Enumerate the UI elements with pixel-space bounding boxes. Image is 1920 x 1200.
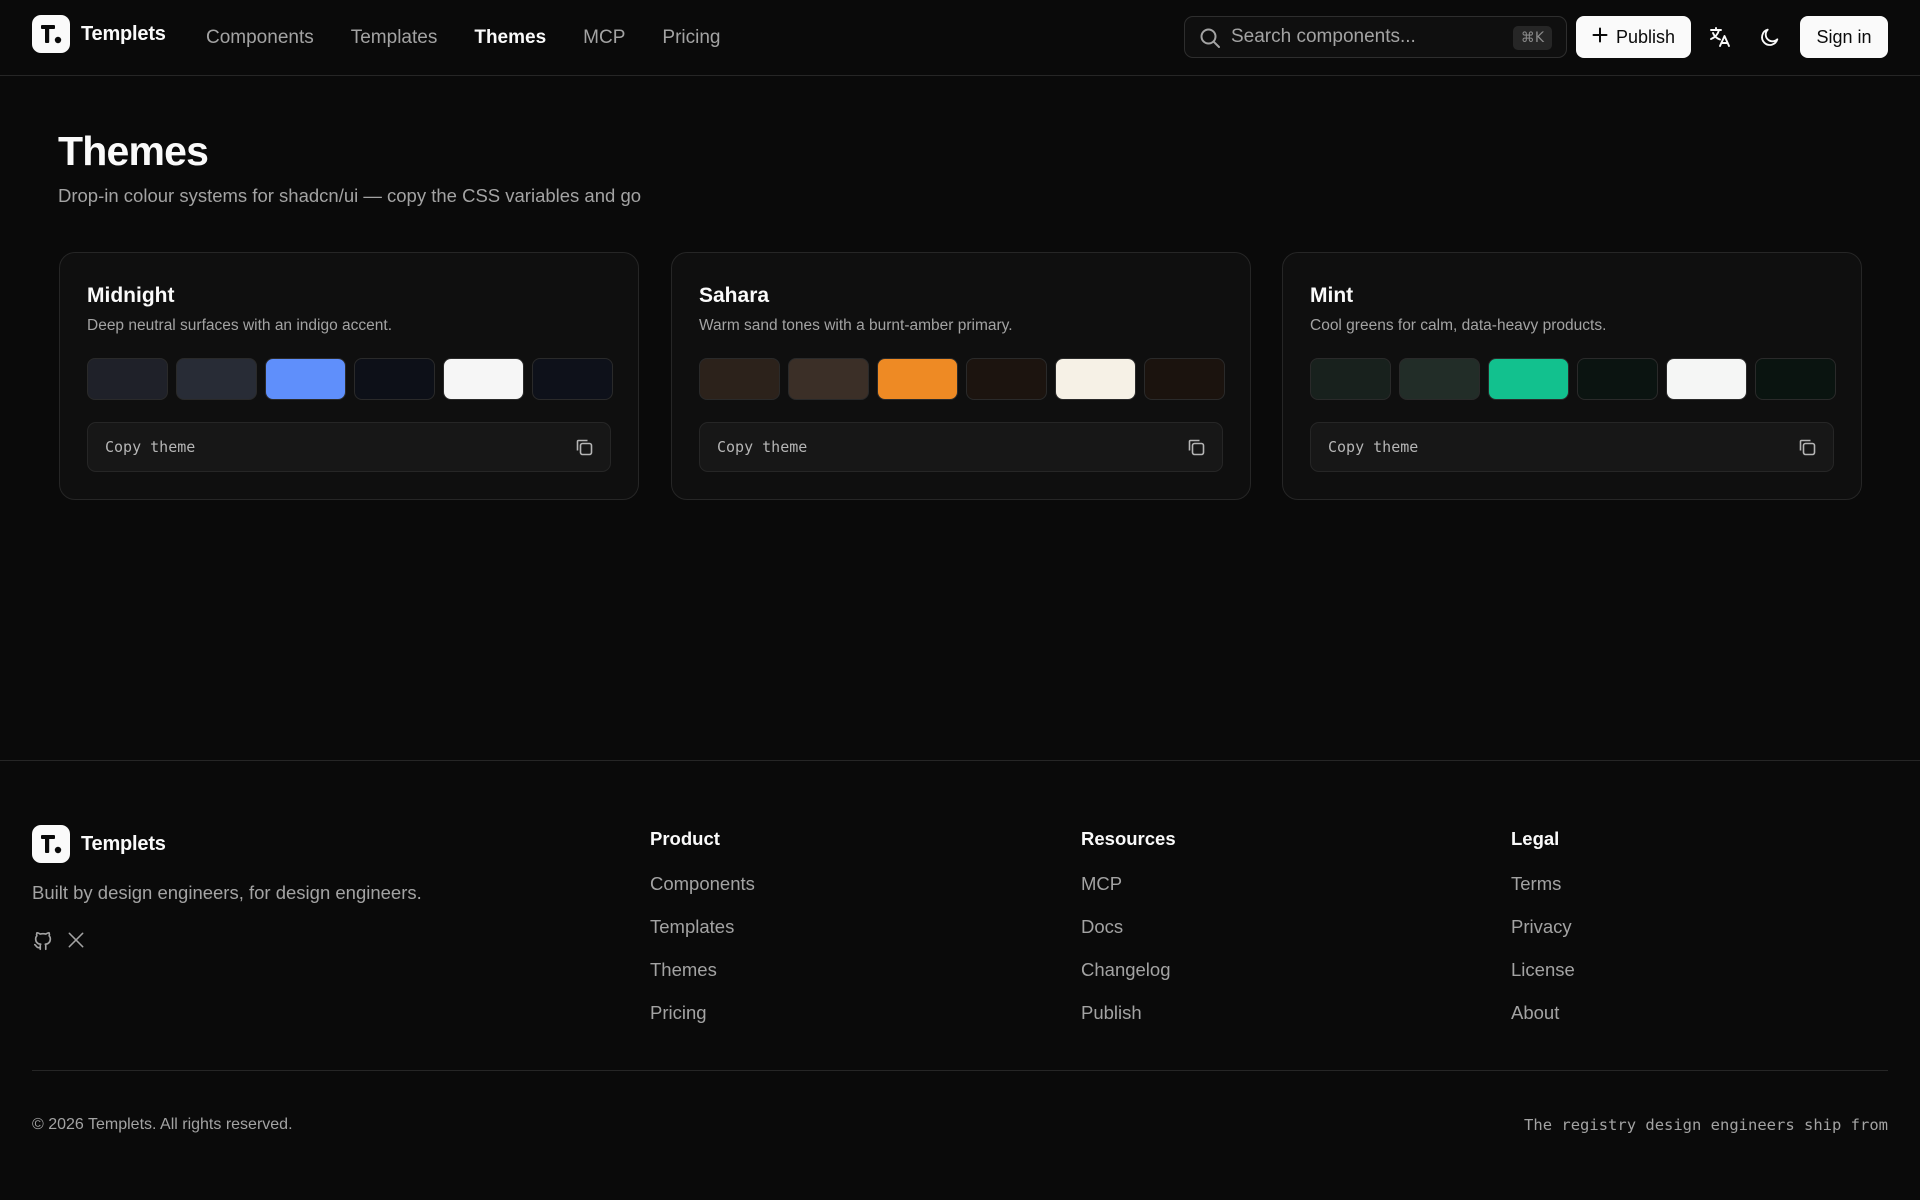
publish-button[interactable]: Publish [1576,16,1691,58]
color-swatch [877,358,958,400]
footer-link-terms[interactable]: Terms [1511,873,1575,916]
color-swatch [966,358,1047,400]
footer-col-heading: Product [650,828,720,849]
translate-icon[interactable] [1704,21,1736,53]
footer-tagline: Built by design engineers, for design en… [32,882,422,903]
footer-link-about[interactable]: About [1511,1002,1575,1045]
footer-link-license[interactable]: License [1511,959,1575,1002]
swatch-row [699,358,1225,400]
copy-theme-label: Copy theme [105,438,196,456]
color-swatch [699,358,780,400]
search-input[interactable] [1231,17,1481,57]
color-swatch [87,358,168,400]
brand-name: Templets [81,22,166,45]
footer-slogan: The registry design engineers ship from [1524,1116,1888,1134]
footer-col-legal: Legal Terms Privacy License About [1511,828,1575,1045]
plus-icon [1592,27,1608,48]
moon-icon[interactable] [1754,21,1786,53]
footer-link-components[interactable]: Components [650,873,755,916]
nav-templates[interactable]: Templates [351,27,438,49]
copy-theme-label: Copy theme [717,438,808,456]
color-swatch [1055,358,1136,400]
theme-name: Midnight [87,284,175,307]
theme-description: Cool greens for calm, data-heavy product… [1310,317,1607,334]
swatch-row [1310,358,1836,400]
footer-link-publish[interactable]: Publish [1081,1002,1176,1045]
color-swatch [1577,358,1658,400]
footer-col-product: Product Components Templates Themes Pric… [650,828,755,1045]
theme-card-mint: Mint Cool greens for calm, data-heavy pr… [1282,252,1862,500]
color-swatch [1488,358,1569,400]
color-swatch [1144,358,1225,400]
theme-description: Warm sand tones with a burnt-amber prima… [699,317,1013,334]
publish-label: Publish [1615,26,1676,47]
footer-link-pricing[interactable]: Pricing [650,1002,755,1045]
theme-card-sahara: Sahara Warm sand tones with a burnt-ambe… [671,252,1251,500]
footer-link-privacy[interactable]: Privacy [1511,916,1575,959]
page-title: Themes [58,128,209,174]
color-swatch [1666,358,1747,400]
sign-in-button[interactable]: Sign in [1800,16,1888,58]
swatch-row [87,358,613,400]
color-swatch [788,358,869,400]
color-swatch [532,358,613,400]
github-icon[interactable] [32,930,54,952]
nav-mcp[interactable]: MCP [583,27,625,49]
brand-home-link[interactable]: Templets [32,15,166,53]
footer-col-heading: Resources [1081,828,1176,849]
footer-link-docs[interactable]: Docs [1081,916,1176,959]
copy-theme-button[interactable]: Copy theme [699,422,1223,472]
search-box[interactable]: ⌘K [1184,16,1567,58]
footer-brand-name: Templets [81,832,166,855]
footer-col-resources: Resources MCP Docs Changelog Publish [1081,828,1176,1045]
search-shortcut-badge: ⌘K [1512,26,1552,50]
search-icon [1199,27,1221,49]
color-swatch [1310,358,1391,400]
footer-link-changelog[interactable]: Changelog [1081,959,1176,1002]
color-swatch [354,358,435,400]
copy-theme-button[interactable]: Copy theme [87,422,611,472]
nav-pricing[interactable]: Pricing [662,27,720,49]
social-links [32,930,88,952]
theme-card-midnight: Midnight Deep neutral surfaces with an i… [59,252,639,500]
copy-theme-label: Copy theme [1328,438,1419,456]
color-swatch [176,358,257,400]
theme-name: Mint [1310,284,1354,307]
color-swatch [1755,358,1836,400]
templets-logo-icon [32,825,70,863]
nav-components[interactable]: Components [206,27,314,49]
footer-divider [0,760,1920,761]
copy-icon [1186,437,1206,457]
copyright-text: © 2026 Templets. All rights reserved. [32,1116,293,1133]
theme-name: Sahara [699,284,770,307]
page-subtitle: Drop-in colour systems for shadcn/ui — c… [58,185,642,206]
copy-icon [1797,437,1817,457]
footer-link-themes[interactable]: Themes [650,959,755,1002]
footer-brand-link[interactable]: Templets [32,825,166,863]
nav-themes[interactable]: Themes [474,27,546,49]
theme-description: Deep neutral surfaces with an indigo acc… [87,317,393,334]
color-swatch [1399,358,1480,400]
color-swatch [443,358,524,400]
main-nav: Components Templates Themes MCP Pricing [206,0,720,76]
footer-link-mcp[interactable]: MCP [1081,873,1176,916]
footer-link-templates[interactable]: Templates [650,916,755,959]
x-icon[interactable] [66,930,88,952]
footer-bottom-divider [32,1070,1888,1071]
copy-theme-button[interactable]: Copy theme [1310,422,1834,472]
templets-logo-icon [32,15,70,53]
footer-col-heading: Legal [1511,828,1560,849]
site-header: Templets Components Templates Themes MCP… [0,0,1920,76]
copy-icon [574,437,594,457]
color-swatch [265,358,346,400]
